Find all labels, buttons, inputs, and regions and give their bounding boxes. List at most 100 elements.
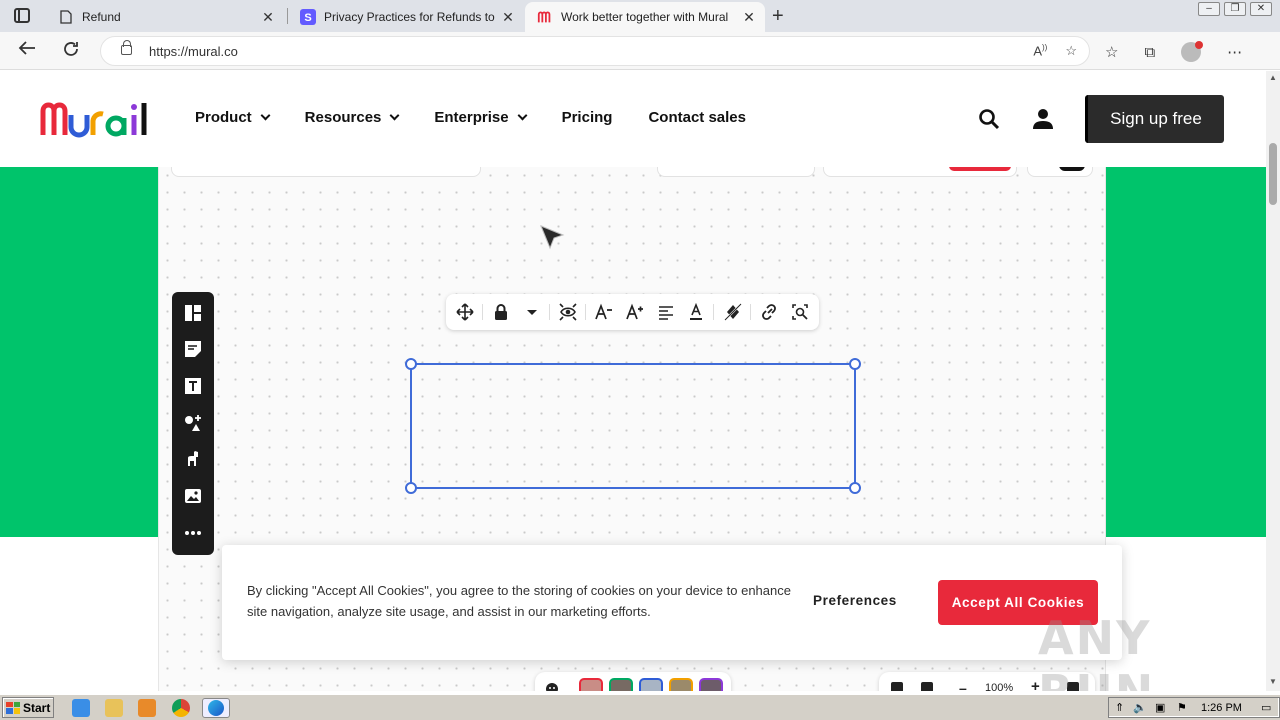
read-aloud-icon[interactable]: A))	[1033, 43, 1047, 59]
collections-icon[interactable]: ⧉	[1144, 44, 1155, 61]
sticky-note-icon[interactable]	[184, 340, 202, 358]
outline-icon[interactable]	[891, 682, 903, 691]
user-account-icon[interactable]	[1032, 108, 1054, 130]
main-nav: Product Resources Enterprise Pricing Con…	[195, 109, 782, 126]
volume-icon[interactable]: 🔈	[1133, 701, 1147, 714]
resize-handle-top-right[interactable]	[849, 358, 861, 370]
minimize-icon[interactable]: –	[1198, 2, 1220, 16]
zoom-to-object-icon[interactable]	[791, 303, 809, 321]
tab-refund[interactable]: Refund ✕	[46, 2, 284, 32]
lock-icon[interactable]	[121, 40, 132, 55]
focus-eye-icon[interactable]	[559, 303, 577, 321]
nav-resources[interactable]: Resources	[305, 109, 400, 126]
close-icon[interactable]: ✕	[498, 9, 518, 26]
site-header: Product Resources Enterprise Pricing Con…	[0, 71, 1266, 167]
scroll-down-icon[interactable]: ▼	[1269, 677, 1277, 686]
toolbar-divider	[713, 304, 714, 320]
flag-icon[interactable]: ⚑	[1177, 701, 1187, 714]
tab-privacy[interactable]: S Privacy Practices for Refunds to E ✕	[288, 2, 524, 32]
tab-label: Privacy Practices for Refunds to E	[324, 10, 498, 24]
close-icon[interactable]: ✕	[739, 9, 759, 26]
map-icon[interactable]	[921, 682, 933, 691]
tray-expand-icon[interactable]: ⇑	[1115, 701, 1124, 714]
nav-pricing[interactable]: Pricing	[562, 109, 613, 126]
resize-handle-bottom-right[interactable]	[849, 482, 861, 494]
anyrun-watermark: ANY RUN	[1038, 611, 1153, 691]
cookie-preferences-button[interactable]: Preferences	[813, 593, 897, 608]
templates-icon[interactable]	[184, 304, 202, 322]
collaborator-avatar[interactable]	[669, 678, 693, 691]
tab-label: Work better together with Mural	[561, 10, 729, 24]
internet-explorer-icon[interactable]	[72, 699, 90, 717]
text-color-icon[interactable]	[687, 303, 705, 321]
search-icon[interactable]	[978, 108, 1000, 130]
favorites-icon[interactable]: ☆	[1105, 43, 1118, 61]
decrease-font-icon[interactable]	[595, 303, 613, 321]
svg-text:S: S	[304, 12, 311, 24]
close-icon[interactable]: ✕	[258, 9, 278, 26]
link-icon[interactable]	[760, 303, 778, 321]
sign-up-button[interactable]: Sign up free	[1085, 95, 1224, 143]
toolbar-divider	[750, 304, 751, 320]
scroll-up-icon[interactable]: ▲	[1269, 73, 1277, 82]
url-text[interactable]: https://mural.co	[149, 44, 238, 59]
selected-text-box[interactable]	[405, 358, 861, 494]
no-fill-icon[interactable]	[724, 303, 742, 321]
nav-enterprise[interactable]: Enterprise	[434, 109, 528, 126]
move-icon[interactable]	[456, 303, 474, 321]
shapes-icon[interactable]	[184, 414, 202, 432]
nav-contact-sales[interactable]: Contact sales	[648, 109, 746, 126]
address-bar[interactable]: https://mural.co A)) ☆	[100, 36, 1090, 66]
chevron-down-icon	[389, 110, 400, 121]
browser-tool-icons: ☆ ⧉ ⋯	[1105, 41, 1242, 62]
windows-logo-icon	[6, 701, 20, 714]
tab-actions-icon[interactable]	[14, 8, 30, 23]
screen: Refund ✕ S Privacy Practices for Refunds…	[0, 0, 1280, 720]
collaborator-avatar[interactable]	[639, 678, 663, 691]
chevron-down-icon	[260, 110, 271, 121]
zoom-out-icon[interactable]: –	[959, 680, 967, 691]
increase-font-icon[interactable]	[626, 303, 644, 321]
llama-icon[interactable]	[184, 450, 202, 468]
start-button[interactable]: Start	[2, 697, 54, 718]
stripe-s-icon: S	[300, 9, 316, 25]
canvas-left-toolbar	[172, 292, 214, 555]
window-close-icon[interactable]: ✕	[1250, 2, 1272, 16]
zoom-level[interactable]: 100%	[985, 682, 1013, 691]
new-tab-plus-icon[interactable]: +	[772, 5, 784, 28]
align-left-icon[interactable]	[657, 303, 675, 321]
tab-mural[interactable]: Work better together with Mural ✕	[525, 2, 765, 32]
toolbar-divider	[585, 304, 586, 320]
resize-handle-bottom-left[interactable]	[405, 482, 417, 494]
scroll-thumb[interactable]	[1269, 143, 1277, 205]
add-favorite-icon[interactable]: ☆	[1065, 43, 1077, 59]
text-tool-icon[interactable]	[184, 377, 202, 395]
back-arrow-icon[interactable]	[18, 40, 36, 61]
reload-icon[interactable]	[62, 40, 80, 63]
browser-tab-bar: Refund ✕ S Privacy Practices for Refunds…	[0, 0, 1280, 32]
toolbar-divider	[549, 304, 550, 320]
caret-down-icon[interactable]	[523, 303, 541, 321]
chrome-icon[interactable]	[172, 699, 190, 717]
show-desktop-icon[interactable]: ▭	[1261, 701, 1271, 714]
page-scrollbar[interactable]: ▲ ▼	[1266, 71, 1280, 691]
emoji-icon[interactable]	[545, 682, 559, 691]
nav-enterprise-label: Enterprise	[434, 109, 509, 126]
network-icon[interactable]: ▣	[1155, 701, 1165, 714]
resize-handle-top-left[interactable]	[405, 358, 417, 370]
image-icon[interactable]	[184, 487, 202, 505]
mural-logo[interactable]	[40, 99, 158, 139]
nav-product[interactable]: Product	[195, 109, 271, 126]
more-icon[interactable]	[184, 524, 202, 542]
lock-icon[interactable]	[492, 303, 510, 321]
file-explorer-icon[interactable]	[105, 699, 123, 717]
maximize-icon[interactable]: ❐	[1224, 2, 1246, 16]
collaborator-avatar[interactable]	[609, 678, 633, 691]
collaborator-avatar[interactable]	[699, 678, 723, 691]
more-menu-icon[interactable]: ⋯	[1227, 43, 1242, 61]
profile-avatar-icon[interactable]	[1181, 41, 1204, 62]
media-player-icon[interactable]	[138, 699, 156, 717]
collaborator-avatar[interactable]	[579, 678, 603, 691]
edge-taskbar-button[interactable]	[202, 698, 230, 718]
mural-m-icon	[537, 9, 553, 25]
